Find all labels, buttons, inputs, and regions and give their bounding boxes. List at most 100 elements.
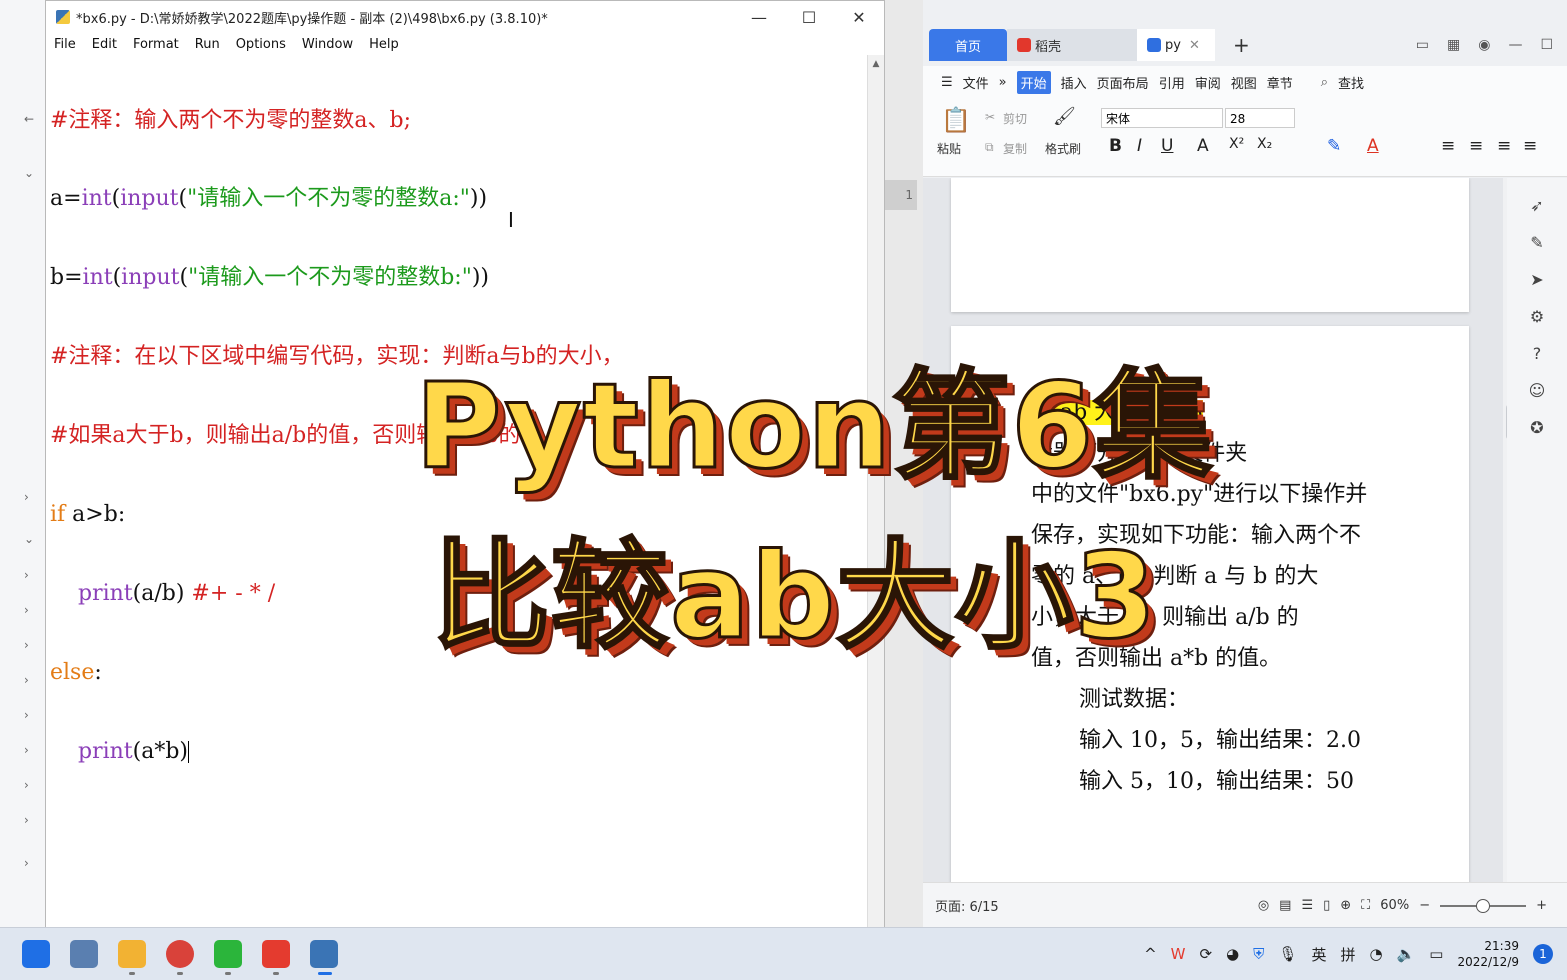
align-left-icon[interactable]: ≡ [1441,136,1455,156]
menu-view[interactable]: 视图 [1231,73,1257,92]
chevron-right-icon[interactable]: › [24,568,29,582]
search-icon[interactable]: ⌕ [1321,75,1328,90]
layout-icon[interactable]: ▭ [1416,37,1429,53]
chevron-up-icon[interactable]: ^ [1144,945,1157,963]
highlight-icon[interactable]: ✎ [1327,136,1341,156]
grid-icon[interactable]: ▦ [1447,37,1460,53]
wifi-icon[interactable]: ◔ [1370,945,1383,963]
chevron-right-icon[interactable]: › [24,490,29,504]
menu-file[interactable]: 文件 [963,73,989,92]
eye-icon[interactable]: ◎ [1258,898,1269,913]
copy-button[interactable]: 复制 [1003,140,1027,157]
microphone-icon[interactable]: 🎙 [1278,945,1297,963]
menu-window[interactable]: Window [302,37,353,52]
menu-more[interactable]: » [999,75,1007,90]
notification-badge[interactable]: 1 [1533,944,1553,964]
menu-reference[interactable]: 引用 [1159,73,1185,92]
close-tab-icon[interactable]: ✕ [1189,38,1200,53]
italic-icon[interactable]: I [1137,136,1142,156]
minimize-button[interactable]: — [734,8,784,27]
bold-icon[interactable]: B [1109,136,1122,156]
zoom-level[interactable]: 60% [1380,898,1409,913]
menu-chapter[interactable]: 章节 [1267,73,1293,92]
file-explorer-icon[interactable] [118,940,146,968]
page-indicator[interactable]: 页面: 6/15 [935,896,999,915]
page-view-icon[interactable]: ▤ [1279,898,1291,913]
python-idle-icon[interactable] [310,940,338,968]
avatar[interactable]: ◉ [1478,37,1490,53]
wechat-icon[interactable] [214,940,242,968]
tab-daoke[interactable]: 稻壳 [1007,29,1137,61]
align-center-icon[interactable]: ≡ [1469,136,1483,156]
pc-app-icon[interactable] [70,940,98,968]
subscript-icon[interactable]: X₂ [1257,136,1272,152]
paste-button[interactable]: 粘贴 [937,140,961,157]
volume-icon[interactable]: 🔈 [1397,945,1416,963]
start-windows-icon[interactable] [22,940,50,968]
maximize-icon[interactable]: ☐ [1540,37,1553,53]
minimize-icon[interactable]: — [1508,37,1522,53]
font-color-icon[interactable]: A [1367,136,1379,156]
wps-tray-icon[interactable]: W [1171,945,1186,963]
copy-icon[interactable]: ⧉ [985,140,994,155]
superscript-icon[interactable]: X² [1229,136,1244,152]
chevron-down-icon[interactable]: ⌄ [24,166,34,180]
zoom-in-icon[interactable]: + [1536,898,1547,913]
menu-icon[interactable]: ☰ [941,75,953,90]
rocket-icon[interactable]: ➶ [1507,196,1567,215]
pen-icon[interactable]: ✎ [1507,233,1567,252]
search-button[interactable]: 查找 [1338,73,1364,92]
paste-icon[interactable]: 📋 [941,106,971,134]
chevron-right-icon[interactable]: › [24,743,29,757]
wps-icon[interactable] [262,940,290,968]
chrome-icon[interactable] [166,940,194,968]
chevron-right-icon[interactable]: › [24,673,29,687]
menu-format[interactable]: Format [133,37,179,52]
menu-start[interactable]: 开始 [1016,70,1051,94]
read-mode-icon[interactable]: ▯ [1323,898,1330,913]
qq-icon[interactable]: ◕ [1226,945,1239,963]
font-size-select[interactable]: 28 [1225,108,1295,128]
tab-home[interactable]: 首页 [929,29,1007,61]
cut-icon[interactable]: ✂ [985,110,995,124]
chevron-right-icon[interactable]: › [24,708,29,722]
menu-insert[interactable]: 插入 [1061,73,1087,92]
format-painter-button[interactable]: 格式刷 [1045,140,1081,157]
web-view-icon[interactable]: ⊕ [1340,898,1351,913]
zoom-slider[interactable] [1440,898,1527,913]
ime-mode[interactable]: 拼 [1340,944,1355,965]
battery-icon[interactable]: ▭ [1429,945,1443,963]
chevron-right-icon[interactable]: › [24,856,29,870]
format-painter-icon[interactable]: 🖌 [1053,106,1076,127]
chevron-right-icon[interactable]: › [24,638,29,652]
cut-button[interactable]: 剪切 [1003,110,1027,127]
font-name-select[interactable]: 宋体 [1101,108,1223,128]
menu-edit[interactable]: Edit [92,37,117,52]
chevron-right-icon[interactable]: › [24,603,29,617]
chevron-left-icon[interactable]: ← [24,112,34,126]
idle-titlebar[interactable]: *bx6.py - D:\常娇娇教学\2022题库\py操作题 - 副本 (2)… [46,1,884,33]
sliders-icon[interactable]: ⚙ [1507,307,1567,326]
chevron-down-icon[interactable]: ⌄ [24,532,34,546]
strikethrough-icon[interactable]: A [1197,136,1209,156]
scroll-up-icon[interactable]: ▲ [868,59,884,69]
tab-document[interactable]: py ✕ [1137,29,1215,61]
new-tab-icon[interactable]: + [1233,33,1250,57]
close-button[interactable]: ✕ [834,8,884,27]
sync-icon[interactable]: ⟳ [1199,945,1212,963]
clock[interactable]: 21:39 2022/12/9 [1457,938,1519,970]
menu-layout[interactable]: 页面布局 [1097,73,1149,92]
menu-review[interactable]: 审阅 [1195,73,1221,92]
justify-icon[interactable]: ≡ [1523,136,1537,156]
robot-icon[interactable]: ☺ [1507,381,1567,400]
menu-options[interactable]: Options [236,37,286,52]
menu-file[interactable]: File [54,37,76,52]
align-right-icon[interactable]: ≡ [1497,136,1511,156]
chevron-right-icon[interactable]: › [24,778,29,792]
maximize-button[interactable]: ☐ [784,8,834,27]
outline-icon[interactable]: ☰ [1301,898,1313,913]
zoom-fit-icon[interactable]: ⛶ [1361,898,1370,913]
menu-run[interactable]: Run [195,37,220,52]
compass-icon[interactable]: ✪ [1507,418,1567,437]
zoom-slider-knob[interactable] [1476,898,1491,913]
